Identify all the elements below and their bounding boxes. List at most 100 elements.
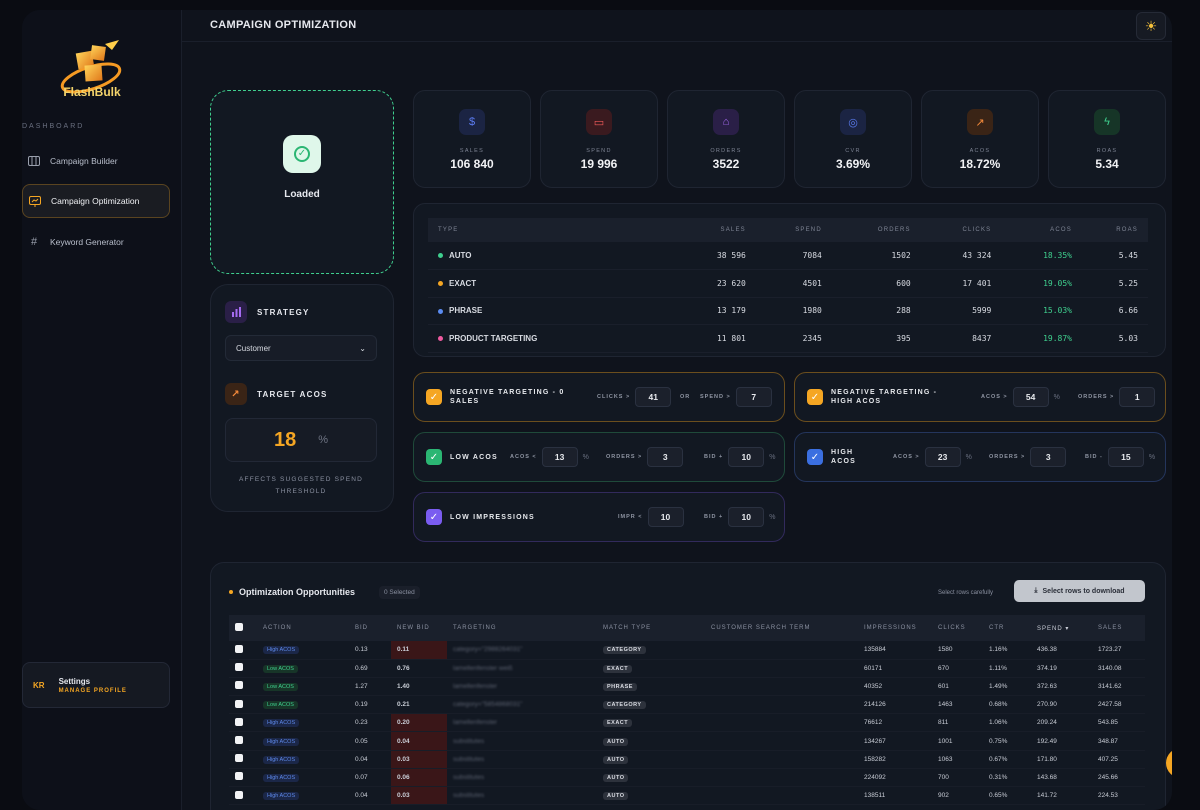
- row-checkbox[interactable]: [229, 786, 257, 806]
- sales-cell: 543.85: [1092, 713, 1145, 733]
- row-checkbox[interactable]: [229, 695, 257, 715]
- strategy-select[interactable]: Customer ⌄: [225, 335, 377, 361]
- sales-cell: 2427.58: [1092, 695, 1145, 715]
- table-row[interactable]: High ACOS 0.05 0.04 substitutes AUTO 134267 10…: [229, 731, 1145, 751]
- table-row[interactable]: Low ACOS 1.27 1.40 lamellenfenster PHRASE 403…: [229, 677, 1145, 697]
- opportunities-title-text: Optimization Opportunities: [239, 587, 355, 597]
- new-bid-cell: 0.03: [391, 786, 447, 806]
- table-row[interactable]: High ACOS 0.04 0.03 substitutes AUTO 138511 90…: [229, 786, 1145, 806]
- new-bid-cell: 0.06: [391, 768, 447, 788]
- table-row[interactable]: High ACOS 0.07 0.06 substitutes AUTO 224092 70…: [229, 768, 1145, 788]
- impressions-cell: 40352: [858, 677, 932, 697]
- columns-icon: [28, 155, 40, 167]
- table-row[interactable]: High ACOS 0.04 0.03 substitutes AUTO 158282 10…: [229, 750, 1145, 769]
- action-cell: High ACOS: [257, 768, 349, 788]
- bid-input[interactable]: 15: [1107, 447, 1144, 467]
- sidebar-item-label: Campaign Builder: [50, 156, 118, 166]
- flashbulk-logo[interactable]: [57, 38, 127, 113]
- table-row[interactable]: Low ACOS 0.69 0.76 lamellenfenster weiß EXAC…: [229, 659, 1145, 678]
- search-term-cell: [705, 659, 858, 678]
- target-acos-title: TARGET ACOS: [257, 389, 328, 399]
- impressions-input[interactable]: 10: [647, 507, 684, 527]
- download-label: Select rows to download: [1042, 587, 1125, 595]
- match-type-badge: PHRASE: [603, 682, 637, 691]
- row-checkbox[interactable]: [229, 750, 257, 769]
- search-term-cell: [705, 768, 858, 788]
- roas-cell: 5.45: [1081, 242, 1148, 270]
- bid-cell: 0.23: [349, 713, 391, 733]
- rule-high-acos: ✓ HIGH ACOS ACOS > 23 % ORDERS > 3 BID -…: [794, 432, 1166, 482]
- orders-input[interactable]: 3: [647, 447, 684, 467]
- table-row[interactable]: High ACOS 0.13 0.11 category="2988264031" CA…: [229, 641, 1145, 660]
- impressions-cell: 138511: [858, 786, 932, 806]
- search-term-cell: [705, 641, 858, 660]
- sidebar-item-campaign-builder[interactable]: Campaign Builder: [22, 144, 170, 178]
- row-checkbox[interactable]: [229, 659, 257, 678]
- table-row[interactable]: High ACOS 0.23 0.20 lamellenfenster EXACT 766…: [229, 713, 1145, 733]
- rule-checkbox[interactable]: ✓: [807, 389, 823, 405]
- col-header: SALES: [675, 218, 756, 242]
- unit-label: %: [1148, 453, 1157, 461]
- sales-cell: 224.53: [1092, 786, 1145, 806]
- sales-cell: 3140.08: [1092, 659, 1145, 678]
- sales-cell: 23 620: [675, 269, 756, 298]
- bid-cell: 0.69: [349, 659, 391, 678]
- new-bid-cell: 0.76: [391, 659, 447, 678]
- rule-checkbox[interactable]: ✓: [807, 449, 823, 465]
- table-row[interactable]: Low ACOS 0.19 0.21 category="5854868031" CAT…: [229, 695, 1145, 715]
- spend-input[interactable]: 7: [735, 387, 772, 407]
- unit-label: %: [769, 453, 777, 461]
- sidebar-item-keyword-generator[interactable]: # Keyword Generator: [22, 225, 170, 259]
- col-header: ACOS: [1001, 218, 1082, 242]
- orders-threshold-field: ORDERS > 3: [606, 447, 684, 467]
- strategy-selected-value: Customer: [236, 343, 271, 353]
- type-label: PRODUCT TARGETING: [449, 333, 538, 343]
- row-checkbox[interactable]: [229, 713, 257, 733]
- col-header-spend-sorted[interactable]: SPEND ▾: [1031, 615, 1092, 641]
- acos-input[interactable]: 13: [541, 447, 578, 467]
- col-header: CLICKS: [932, 615, 983, 641]
- rule-checkbox[interactable]: ✓: [426, 449, 442, 465]
- acos-input[interactable]: 23: [924, 447, 961, 467]
- orders-input[interactable]: 3: [1030, 447, 1067, 467]
- type-dot: [438, 281, 443, 287]
- rule-checkbox[interactable]: ✓: [426, 389, 442, 405]
- select-all-checkbox[interactable]: [229, 615, 257, 641]
- sidebar-item-campaign-optimization[interactable]: Campaign Optimization: [22, 184, 170, 218]
- profile-settings-button[interactable]: KR Settings MANAGE PROFILE: [22, 662, 170, 708]
- download-icon: ⤓: [1034, 587, 1038, 594]
- targeting-text: substitutes: [453, 792, 485, 800]
- col-header[interactable]: CTR: [983, 615, 1031, 641]
- metric-card-sales: $ SALES 106 840: [413, 90, 531, 188]
- acos-input[interactable]: 54: [1012, 387, 1049, 407]
- impressions-cell: 224092: [858, 768, 932, 788]
- upload-status-card[interactable]: ✓ Loaded: [210, 90, 394, 274]
- row-checkbox[interactable]: [229, 677, 257, 697]
- unit-label: %: [582, 453, 590, 461]
- bid-input[interactable]: 10: [728, 447, 765, 467]
- type-label: EXACT: [449, 278, 477, 288]
- chat-support-icon[interactable]: ✉: [1166, 748, 1172, 778]
- clicks-input[interactable]: 41: [635, 387, 672, 407]
- row-checkbox[interactable]: [229, 768, 257, 788]
- target-acos-input[interactable]: 18 %: [225, 418, 377, 462]
- orders-cell: 288: [831, 297, 921, 325]
- ctr-cell: 1.06%: [983, 713, 1031, 733]
- download-button[interactable]: ⤓ Select rows to download: [1014, 580, 1145, 602]
- target-acos-note: AFFECTS SUGGESTED SPEND THRESHOLD: [238, 476, 364, 495]
- rule-negative-zero-sales: ✓ NEGATIVE TARGETING - 0 SALES CLICKS > …: [413, 372, 785, 422]
- action-badge: High ACOS: [263, 646, 300, 655]
- row-checkbox[interactable]: [229, 731, 257, 751]
- theme-toggle-sun-icon[interactable]: ☀: [1136, 12, 1166, 40]
- ctr-cell: 0.65%: [983, 786, 1031, 806]
- match-type-cell: CATEGORY: [597, 641, 705, 660]
- bolt-icon: ϟ: [1094, 109, 1120, 135]
- rule-checkbox[interactable]: ✓: [426, 509, 442, 525]
- opportunities-table: ACTION BID NEW BID TARGETING MATCH TYPE …: [229, 615, 1145, 806]
- orders-input[interactable]: 1: [1119, 387, 1156, 407]
- row-checkbox[interactable]: [229, 641, 257, 660]
- bid-input[interactable]: 10: [728, 507, 765, 527]
- trend-icon: ↗: [967, 109, 993, 135]
- strategy-card: STRATEGY Customer ⌄ ↗ TARGET ACOS 18 % A…: [210, 284, 394, 512]
- strategy-title: STRATEGY: [257, 307, 310, 317]
